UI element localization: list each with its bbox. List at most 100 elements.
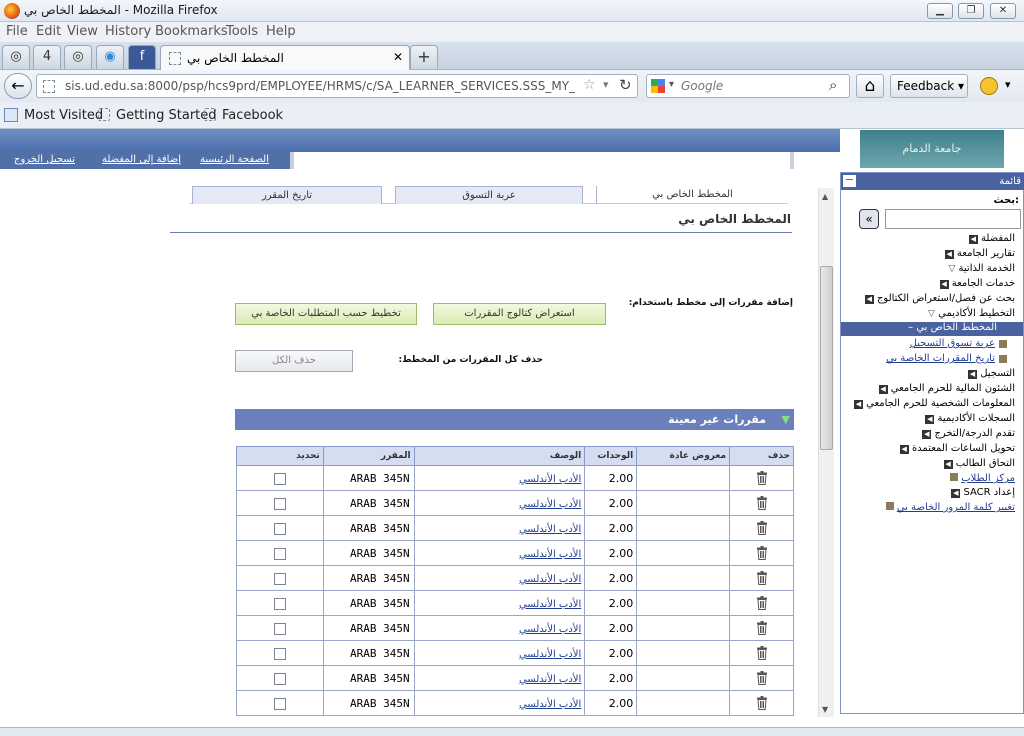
- menu-bookmarks[interactable]: Bookmarks: [155, 24, 228, 39]
- search-go-button[interactable]: «: [859, 209, 879, 229]
- tab-close-icon[interactable]: ✕: [393, 50, 403, 64]
- addon-face-icon[interactable]: [980, 77, 998, 95]
- menu-item-student-admissions[interactable]: التحاق الطالب ◀: [941, 458, 1015, 469]
- select-checkbox[interactable]: [273, 497, 286, 510]
- select-checkbox[interactable]: [273, 622, 286, 635]
- menu-item-sacr-setup[interactable]: إعداد SACR ◀: [948, 487, 1015, 498]
- select-checkbox[interactable]: [273, 572, 286, 585]
- trash-icon[interactable]: [756, 471, 768, 485]
- menu-item-campus-personal-info[interactable]: المعلومات الشخصية للحرم الجامعي ◀: [851, 398, 1015, 409]
- menu-help[interactable]: Help: [266, 24, 296, 39]
- menu-item-campus-finances[interactable]: الشئون المالية للحرم الجامعي ◀: [876, 383, 1015, 394]
- menu-item-academic-records[interactable]: السجلات الأكاديمية ◀: [922, 413, 1015, 424]
- menu-item-my-course-history[interactable]: تاريخ المقررات الخاصة بي: [886, 353, 1007, 364]
- trash-icon[interactable]: [756, 646, 768, 660]
- menu-item-self-service[interactable]: الخدمة الذاتية ▽: [948, 263, 1015, 274]
- addon-dropdown-icon[interactable]: ▾: [1005, 78, 1011, 91]
- trash-icon[interactable]: [756, 696, 768, 710]
- browse-catalog-button[interactable]: استعراض كتالوج المقررات: [433, 303, 606, 325]
- menu-item-enrollment[interactable]: التسجيل ◀: [965, 368, 1015, 379]
- collapse-panel-icon[interactable]: −: [843, 174, 856, 187]
- home-link[interactable]: الصفحة الرئيسية: [200, 154, 269, 165]
- site-identity-icon[interactable]: [43, 80, 55, 93]
- maximize-button[interactable]: ❐: [958, 3, 984, 19]
- search-engine-dropdown-icon[interactable]: ▾: [669, 79, 674, 90]
- tab-3[interactable]: ◎: [64, 45, 92, 69]
- reload-icon[interactable]: ↻: [619, 76, 632, 94]
- trash-icon[interactable]: [756, 671, 768, 685]
- menu-search-input[interactable]: [885, 209, 1021, 229]
- home-button[interactable]: ⌂: [856, 74, 884, 98]
- course-description-link[interactable]: الأدب الأندلسي: [519, 624, 581, 635]
- url-bar[interactable]: sis.ud.edu.sa:8000/psp/hcs9prd/EMPLOYEE/…: [36, 74, 638, 98]
- menu-file[interactable]: File: [6, 24, 28, 39]
- tab-my-planner[interactable]: المخطط الخاص بي: [596, 186, 788, 204]
- search-magnifier-icon[interactable]: ⌕: [829, 76, 837, 94]
- menu-item-shopping-cart[interactable]: عربة تسوق التسجيل: [910, 338, 1007, 349]
- menu-item-my-planner[interactable]: المخطط الخاص بي –: [841, 322, 1023, 336]
- tab-active[interactable]: المخطط الخاص بي ✕: [160, 45, 410, 71]
- menu-item-university-reports[interactable]: تقارير الجامعة ◀: [942, 248, 1015, 259]
- close-window-button[interactable]: ✕: [990, 3, 1016, 19]
- select-checkbox[interactable]: [273, 697, 286, 710]
- star-bookmark-icon[interactable]: ☆: [583, 77, 596, 93]
- sign-out-link[interactable]: تسجيل الخروج: [14, 154, 75, 165]
- course-description-link[interactable]: الأدب الأندلسي: [519, 549, 581, 560]
- menu-item-student-center[interactable]: مركز الطلاب: [950, 473, 1015, 484]
- course-description-link[interactable]: الأدب الأندلسي: [519, 499, 581, 510]
- scrollbar-thumb[interactable]: [820, 266, 833, 450]
- back-button[interactable]: ←: [4, 73, 32, 99]
- course-description-link[interactable]: الأدب الأندلسي: [519, 699, 581, 710]
- select-checkbox[interactable]: [273, 672, 286, 685]
- new-tab-button[interactable]: +: [410, 45, 438, 69]
- tab-shopping-cart[interactable]: عربة التسوق: [395, 186, 583, 204]
- course-description-link[interactable]: الأدب الأندلسي: [519, 599, 581, 610]
- course-description-link[interactable]: الأدب الأندلسي: [519, 524, 581, 535]
- tab-facebook[interactable]: f: [128, 45, 156, 69]
- menu-item-class-search[interactable]: بحث عن فصل/استعراض الكتالوج ◀: [862, 293, 1015, 304]
- search-input[interactable]: [681, 77, 821, 95]
- select-checkbox[interactable]: [273, 522, 286, 535]
- delete-all-button[interactable]: حذف الكل: [235, 350, 353, 372]
- bookmark-most-visited[interactable]: Most Visited: [24, 108, 103, 123]
- url-dropdown-icon[interactable]: ▾: [603, 78, 609, 91]
- menu-item-transfer-credit[interactable]: تحويل الساعات المعتمدة ◀: [897, 443, 1015, 454]
- select-checkbox[interactable]: [273, 472, 286, 485]
- menu-edit[interactable]: Edit: [36, 24, 61, 39]
- menu-item-favorites[interactable]: المفضلة ◀: [966, 233, 1015, 244]
- course-description-link[interactable]: الأدب الأندلسي: [519, 649, 581, 660]
- menu-item-university-services[interactable]: خدمات الجامعة ◀: [937, 278, 1015, 289]
- select-checkbox[interactable]: [273, 647, 286, 660]
- trash-icon[interactable]: [756, 521, 768, 535]
- collapse-triangle-icon[interactable]: ▼: [782, 409, 790, 430]
- feedback-button[interactable]: Feedback ▾: [890, 74, 968, 98]
- trash-icon[interactable]: [756, 621, 768, 635]
- scroll-up-arrow-icon[interactable]: ▲: [822, 192, 828, 201]
- search-bar[interactable]: ▾ ⌕: [646, 74, 850, 98]
- menu-tools[interactable]: Tools: [226, 24, 258, 39]
- add-to-favorites-link[interactable]: إضافة إلى المفضلة: [102, 154, 181, 165]
- menu-item-degree-progress[interactable]: تقدم الدرجة/التخرج ◀: [919, 428, 1015, 439]
- plan-by-requirements-button[interactable]: تخطيط حسب المتطلبات الخاصة بي: [235, 303, 417, 325]
- menu-item-change-password[interactable]: تغيير كلمة المرور الخاصة بي: [885, 502, 1015, 513]
- google-icon[interactable]: [651, 79, 665, 93]
- tab-4[interactable]: ◉: [96, 45, 124, 69]
- menu-item-academic-planning[interactable]: التخطيط الأكاديمي ▽: [928, 308, 1015, 319]
- scroll-down-arrow-icon[interactable]: ▼: [822, 705, 828, 714]
- tab-course-history[interactable]: تاريخ المقرر: [192, 186, 382, 204]
- trash-icon[interactable]: [756, 496, 768, 510]
- trash-icon[interactable]: [756, 596, 768, 610]
- course-description-link[interactable]: الأدب الأندلسي: [519, 574, 581, 585]
- tab-1[interactable]: ◎: [2, 45, 30, 69]
- course-description-link[interactable]: الأدب الأندلسي: [519, 674, 581, 685]
- section-header[interactable]: مقررات غير معينة ▼: [235, 409, 794, 430]
- trash-icon[interactable]: [756, 571, 768, 585]
- course-description-link[interactable]: الأدب الأندلسي: [519, 474, 581, 485]
- content-scrollbar[interactable]: ▲ ▼: [818, 188, 834, 717]
- bookmark-getting-started[interactable]: Getting Started: [116, 108, 217, 123]
- tab-2[interactable]: 4: [33, 45, 61, 69]
- menu-history[interactable]: History: [105, 24, 151, 39]
- minimize-button[interactable]: ▁: [927, 3, 953, 19]
- bookmark-facebook[interactable]: Facebook: [222, 108, 283, 123]
- trash-icon[interactable]: [756, 546, 768, 560]
